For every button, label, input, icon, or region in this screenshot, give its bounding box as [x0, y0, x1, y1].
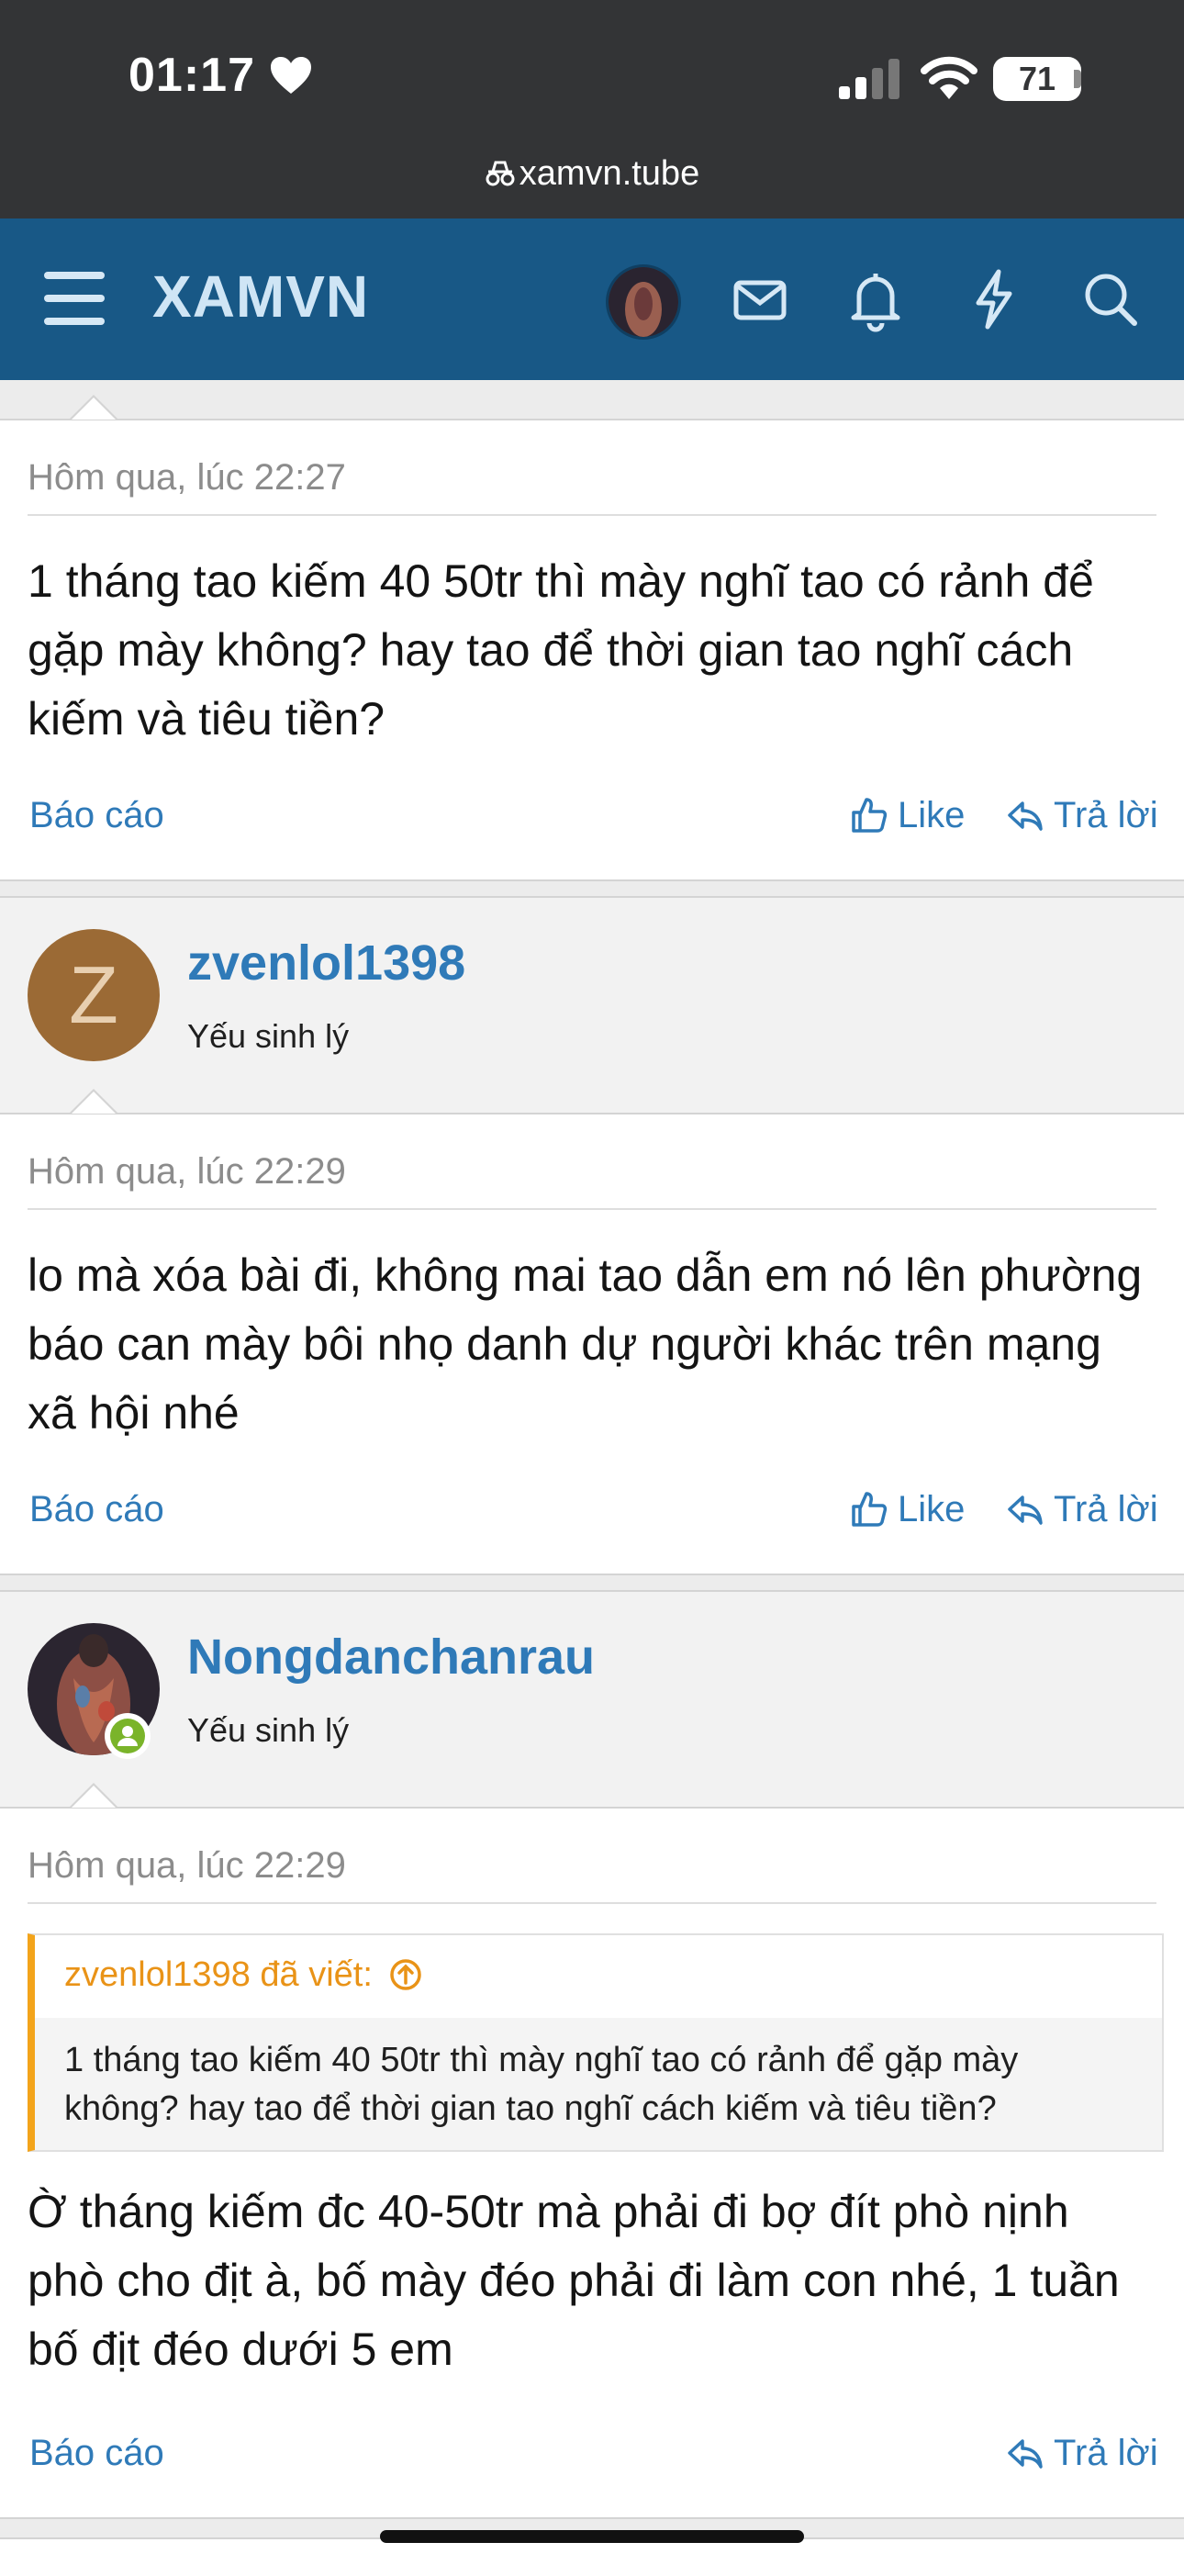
reply-button[interactable]: Trả lời: [1006, 2433, 1158, 2474]
online-status-icon: [105, 1713, 151, 1759]
post-card: Hôm qua, lúc 22:29 zvenlol1398 đã viết: …: [0, 1783, 1184, 2519]
site-header: XAMVN: [0, 218, 1184, 380]
battery-indicator: 71: [993, 57, 1081, 101]
cellular-signal-icon: [839, 59, 899, 99]
post-author-bar: Z zvenlol1398 Yếu sinh lý: [0, 896, 1184, 1113]
home-indicator[interactable]: [380, 2530, 804, 2543]
url-text: xamvn.tube: [519, 154, 700, 193]
post-body: lo mà xóa bài đi, không mai tao dẫn em n…: [28, 1249, 1143, 1439]
bell-icon[interactable]: [841, 264, 910, 334]
username[interactable]: Nongdanchanrau: [187, 1629, 595, 1686]
reply-button[interactable]: Trả lời: [1006, 1489, 1158, 1530]
post-timestamp[interactable]: Hôm qua, lúc 22:29: [28, 1151, 346, 1193]
address-bar[interactable]: xamvn.tube: [0, 154, 1184, 194]
reply-label: Trả lời: [1054, 795, 1158, 835]
lightning-icon[interactable]: [958, 264, 1028, 334]
user-title: Yếu sinh lý: [187, 1711, 350, 1749]
like-button[interactable]: Like: [850, 1489, 965, 1530]
like-label: Like: [898, 795, 966, 835]
reply-label: Trả lời: [1054, 1489, 1158, 1529]
avatar[interactable]: Z: [28, 929, 160, 1061]
reply-label: Trả lời: [1054, 2433, 1158, 2473]
report-link[interactable]: Báo cáo: [29, 795, 164, 836]
inbox-icon[interactable]: [725, 264, 795, 334]
user-avatar[interactable]: [606, 264, 681, 340]
site-logo[interactable]: XAMVN: [152, 263, 369, 330]
search-icon[interactable]: [1076, 264, 1145, 334]
post-body: 1 tháng tao kiếm 40 50tr thì mày nghĩ ta…: [28, 555, 1094, 745]
report-link[interactable]: Báo cáo: [29, 1489, 164, 1530]
menu-icon[interactable]: [44, 272, 105, 325]
battery-tip: [1074, 70, 1081, 88]
privacy-icon: [486, 161, 515, 186]
quote-block: zvenlol1398 đã viết: 1 tháng tao kiếm 40…: [28, 1933, 1164, 2152]
reply-button[interactable]: Trả lời: [1006, 795, 1158, 836]
reply-icon: [1008, 1495, 1043, 1525]
thumbs-up-icon: [852, 1492, 888, 1527]
post-timestamp[interactable]: Hôm qua, lúc 22:29: [28, 1845, 346, 1887]
next-post-card: [0, 2537, 1184, 2576]
post-timestamp[interactable]: Hôm qua, lúc 22:27: [28, 457, 346, 498]
post-card: Hôm qua, lúc 22:29 lo mà xóa bài đi, khô…: [0, 1089, 1184, 1575]
user-title: Yếu sinh lý: [187, 1017, 350, 1055]
wifi-icon: [921, 56, 977, 99]
thumbs-up-icon: [852, 798, 888, 833]
post-card: Hôm qua, lúc 22:27 1 tháng tao kiếm 40 5…: [0, 395, 1184, 881]
status-bar: 01:17 71 xamvn.tube: [0, 0, 1184, 218]
post-body: Ờ tháng kiếm đc 40-50tr mà phải đi bợ đí…: [28, 2186, 1120, 2375]
clock: 01:17: [128, 49, 255, 102]
post-author-bar: Nongdanchanrau Yếu sinh lý: [0, 1590, 1184, 1807]
report-link[interactable]: Báo cáo: [29, 2433, 164, 2474]
arrow-up-circle-icon: [390, 1959, 422, 1990]
quote-text: 1 tháng tao kiếm 40 50tr thì mày nghĩ ta…: [64, 2041, 1019, 2128]
like-button[interactable]: Like: [850, 795, 965, 836]
username[interactable]: zvenlol1398: [187, 935, 465, 991]
reply-icon: [1008, 2439, 1043, 2469]
like-label: Like: [898, 1489, 966, 1529]
quote-author-link[interactable]: zvenlol1398 đã viết:: [64, 1955, 424, 1995]
reply-icon: [1008, 801, 1043, 831]
heart-icon: [271, 57, 311, 94]
